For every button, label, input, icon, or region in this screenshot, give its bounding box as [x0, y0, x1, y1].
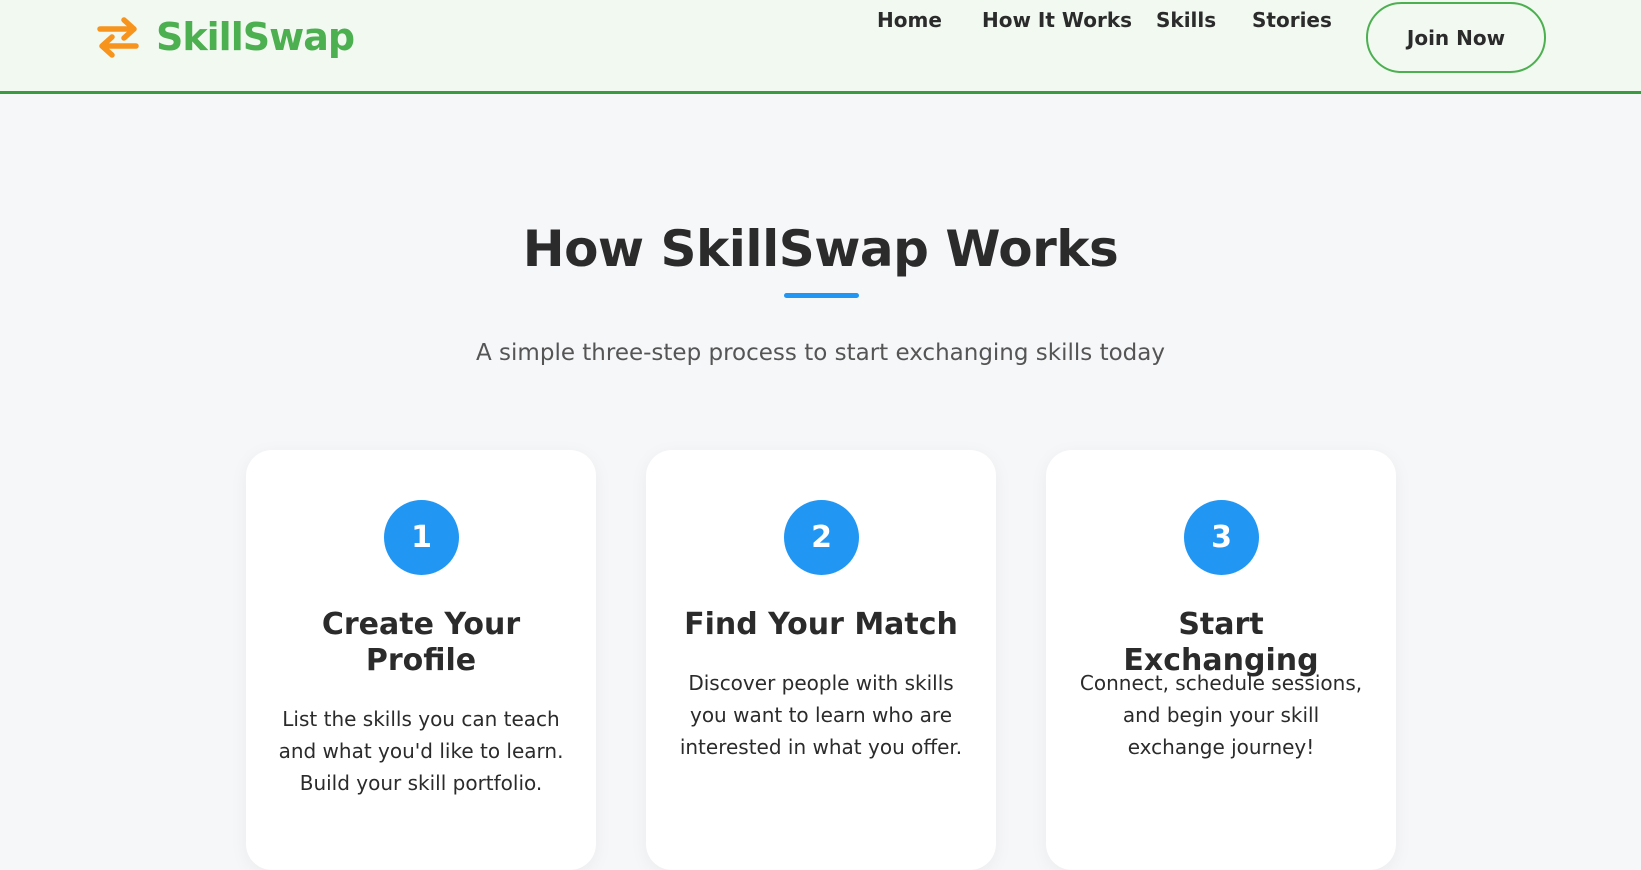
step-number-badge: 2	[784, 500, 859, 575]
section-title: How SkillSwap Works	[522, 220, 1119, 278]
nav-stories[interactable]: Stories	[1252, 8, 1332, 32]
step-description: List the skills you can teach and what y…	[278, 707, 564, 795]
step-title: Create Your Profile	[321, 607, 521, 678]
step-card-1: 1 Create Your Profile List the skills yo…	[246, 450, 596, 870]
step-description: Connect, schedule sessions, and begin yo…	[1079, 671, 1363, 759]
join-now-button[interactable]: Join Now	[1366, 2, 1546, 73]
nav-how-it-works[interactable]: How It Works	[982, 8, 1132, 32]
step-number-badge: 3	[1184, 500, 1259, 575]
step-card-3: 3 Start Exchanging Connect, schedule ses…	[1046, 450, 1396, 870]
nav-home[interactable]: Home	[877, 8, 942, 32]
nav-skills[interactable]: Skills	[1156, 8, 1216, 32]
step-title: Find Your Match	[684, 607, 958, 642]
step-card-2: 2 Find Your Match Discover people with s…	[646, 450, 996, 870]
site-header: SkillSwap Home How It Works Skills Stori…	[0, 0, 1641, 94]
step-number-badge: 1	[384, 500, 459, 575]
title-underline	[784, 293, 859, 298]
section-subtitle: A simple three-step process to start exc…	[476, 340, 1165, 366]
step-description: Discover people with skills you want to …	[679, 671, 963, 759]
